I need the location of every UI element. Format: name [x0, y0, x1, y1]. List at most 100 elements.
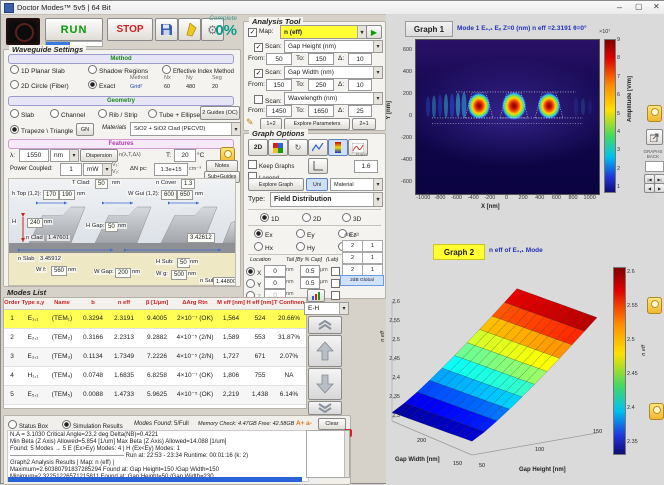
scan3-checkbox[interactable]: Scan:	[254, 95, 282, 105]
scroll-bottom-button[interactable]	[308, 401, 342, 415]
radio-3d[interactable]: 3D	[342, 213, 361, 223]
stop-button[interactable]: STOP	[107, 18, 153, 41]
radio-loc-x[interactable]: X	[246, 267, 261, 277]
run-button[interactable]: RUN	[45, 18, 103, 41]
radio-trapeze-triangle[interactable]: Trapeze \ Triangle	[10, 125, 73, 135]
scan3-param-dropdown[interactable]: Wavelength (nm)	[284, 92, 383, 105]
column-header[interactable]: H eff [nm]	[246, 298, 274, 309]
scan1-checkbox[interactable]: Scan:	[254, 43, 282, 52]
radio-ex[interactable]: Ex	[254, 229, 273, 239]
side-listbox[interactable]	[306, 430, 350, 478]
lambda-unit-dropdown[interactable]: nm	[50, 149, 79, 162]
lab-z-checkbox[interactable]	[331, 291, 342, 301]
move-up-button[interactable]	[308, 335, 342, 367]
dn-input[interactable]: 1.3e+15	[154, 163, 188, 176]
radio-hx[interactable]: Hx	[254, 242, 273, 252]
column-header[interactable]: n eff	[108, 298, 140, 309]
loc-y-input[interactable]: 0	[264, 277, 286, 289]
material-dropdown[interactable]: Material	[330, 178, 383, 191]
graphs-back-box[interactable]	[645, 161, 664, 172]
dispersion-button[interactable]: Dispersion	[80, 149, 118, 162]
scan2-to-input[interactable]: 250	[308, 79, 334, 91]
export-graph-button[interactable]	[646, 129, 663, 145]
uni-button[interactable]: Uni	[306, 178, 328, 191]
materials-dropdown[interactable]: SiO2 + SiO2 Clad (PECVD)	[130, 122, 241, 136]
two-guides-button[interactable]: 2 Guides (OC)	[200, 106, 240, 120]
mini-cell[interactable]: 1	[362, 240, 383, 252]
pencil-icon[interactable]: ✎	[246, 117, 254, 128]
table-row[interactable]: 1E₁,₁(TEM₁)0.32942.31919.40052×10⁻⁷ (OK)…	[4, 310, 306, 329]
column-header[interactable]: b	[78, 298, 108, 309]
power-unit-dropdown[interactable]: mW	[83, 163, 112, 176]
maximize-button[interactable]: ▢	[635, 2, 643, 11]
radio-loc-y[interactable]: Y	[246, 279, 261, 289]
mini-cell[interactable]: 2	[342, 240, 363, 252]
scan3-to-input[interactable]: 1650	[308, 105, 334, 117]
save-button[interactable]	[155, 18, 178, 41]
export-button[interactable]	[178, 18, 201, 41]
radio-2d-circle-fiber[interactable]: 2D Circle (Fiber)	[10, 80, 69, 90]
radio-simulation-results[interactable]: Simulation Results	[62, 420, 123, 430]
radio-hy[interactable]: Hy	[296, 242, 315, 252]
radio-1d[interactable]: 1D	[260, 213, 279, 223]
radio-2d[interactable]: 2D	[302, 213, 321, 223]
radio-status-box[interactable]: Status Box	[8, 420, 48, 430]
scan2-param-dropdown[interactable]: Gap Width (nm)	[284, 66, 383, 79]
graph1-plot[interactable]	[415, 39, 600, 195]
scan1-to-input[interactable]: 150	[308, 53, 334, 65]
status-selection-bar[interactable]	[8, 477, 302, 482]
lamp-icon[interactable]	[647, 297, 662, 314]
column-header[interactable]: T Confinement	[274, 298, 304, 309]
line-plot-icon-button[interactable]	[308, 139, 328, 156]
scan1-delta-input[interactable]: 10	[348, 53, 372, 65]
mode-chart-button[interactable]	[307, 289, 325, 302]
scan2-delta-input[interactable]: 10	[348, 79, 372, 91]
mini-table-footer[interactable]: 2dB Global	[340, 275, 384, 286]
close-button[interactable]: ✕	[653, 2, 660, 11]
tail-x-input[interactable]: 0.5	[300, 265, 320, 277]
lambda-input[interactable]: 1550	[19, 149, 49, 162]
radio-effective-index[interactable]: Effective Index Method	[162, 65, 234, 75]
tail-y-input[interactable]: 0.5	[300, 277, 320, 289]
minimize-button[interactable]: –	[617, 2, 622, 12]
graph2-plot[interactable]	[387, 259, 622, 481]
move-down-button[interactable]	[308, 368, 342, 400]
scan2-from-input[interactable]: 150	[266, 79, 292, 91]
table-row[interactable]: 4H₁,₁(TEM₄)0.07481.68356.82584×10⁻⁷ (OK)…	[4, 367, 306, 386]
gn-button[interactable]: GN	[76, 123, 94, 136]
graph2-chip[interactable]: Graph 2	[433, 244, 485, 260]
radio-tube-ellipse[interactable]: Tube + Ellipse	[148, 109, 200, 119]
scan2-checkbox[interactable]: Scan:	[254, 69, 282, 78]
radio-ey[interactable]: Ey	[296, 229, 315, 239]
column-header[interactable]: Type x,y	[20, 298, 46, 309]
temp-input[interactable]: 20	[174, 149, 196, 162]
map-checkbox[interactable]: Map:	[248, 28, 273, 37]
radio-shadow-regions[interactable]: Shadow Regions	[88, 65, 148, 75]
column-header[interactable]: Order	[4, 298, 20, 309]
column-header[interactable]: β [1/µm]	[140, 298, 174, 309]
explore-graph-button[interactable]: Explore Graph	[248, 178, 304, 191]
mini-cell[interactable]: 2	[342, 252, 363, 264]
palette-icon-button[interactable]	[268, 139, 288, 156]
scroll-top-button[interactable]	[308, 316, 342, 334]
axes-icon-button[interactable]	[308, 158, 328, 174]
power-input[interactable]: 1	[60, 163, 82, 176]
scan1-param-dropdown[interactable]: Gap Height (nm)	[284, 40, 383, 53]
column-header[interactable]: Name	[46, 298, 78, 309]
clear-button[interactable]: Clear	[318, 418, 346, 430]
font-up-button[interactable]: A+	[296, 420, 305, 427]
graph1-chip[interactable]: Graph 1	[405, 21, 453, 37]
lamp-icon[interactable]	[649, 403, 664, 420]
mini-cell[interactable]: 1	[362, 252, 383, 264]
map-dropdown[interactable]: n (eff)	[280, 25, 367, 39]
ratio-spinner[interactable]: 1.6	[354, 160, 378, 173]
scan3-from-input[interactable]: 1450	[266, 105, 292, 117]
radio-1d-planar-slab[interactable]: 1D Planar Slab	[10, 65, 65, 75]
scan3-delta-input[interactable]: 25	[348, 105, 372, 117]
type-dropdown[interactable]: Field Distribution	[270, 192, 383, 207]
table-row[interactable]: 5E₅,₁(TEM₅)0.00881.47335.96254×10⁻⁵ (OK)…	[4, 386, 306, 405]
table-row[interactable]: 2E₂,₁(TEM₂)0.31662.23139.28824×10⁻⁵ (2/N…	[4, 329, 306, 348]
keep-graphs-checkbox[interactable]: Keep Graphs	[248, 160, 294, 170]
radio-channel[interactable]: Channel	[50, 109, 85, 119]
lamp-icon[interactable]	[647, 105, 662, 122]
